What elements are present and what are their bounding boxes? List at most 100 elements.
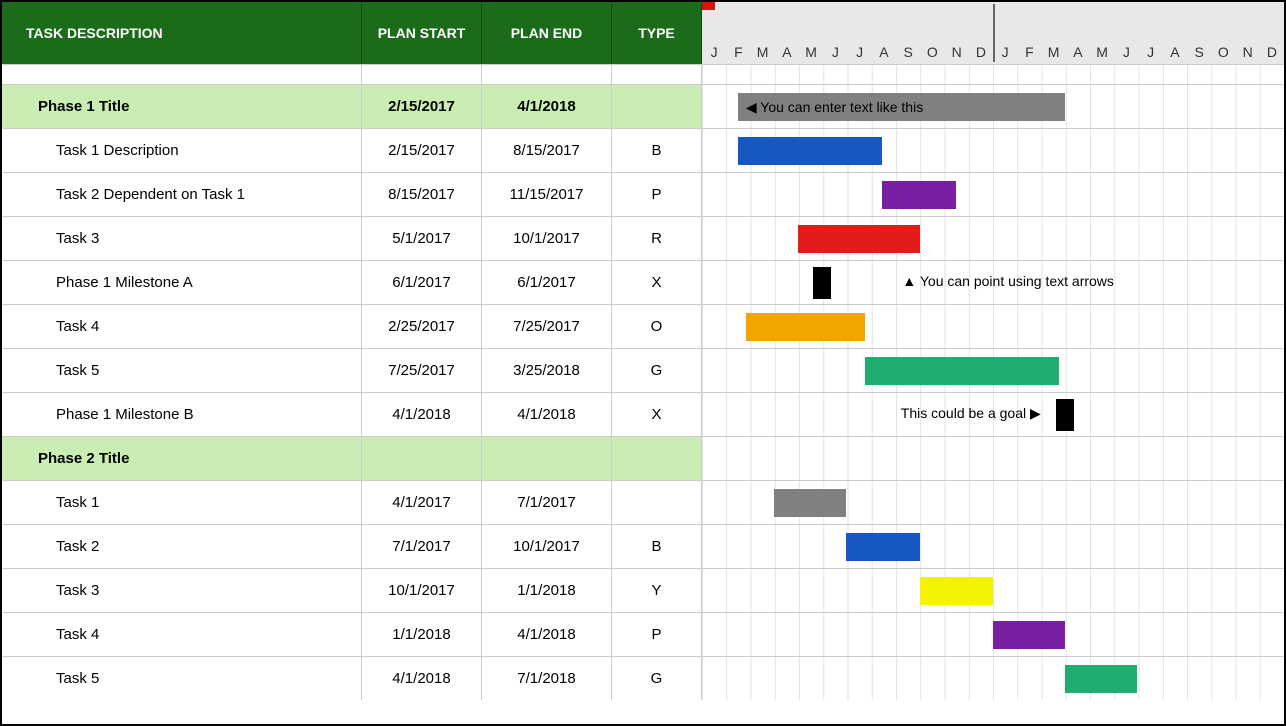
cell-start[interactable]: 2/15/2017 [362,85,482,128]
cell-start[interactable]: 8/15/2017 [362,173,482,216]
cell-end[interactable] [482,437,612,480]
cell-type[interactable]: P [612,613,702,656]
cell-task[interactable]: Phase 1 Title [2,85,362,128]
cell-start[interactable]: 2/25/2017 [362,305,482,348]
gantt-bar[interactable] [738,137,882,165]
month-label: N [1236,44,1260,60]
cell-type[interactable]: G [612,657,702,700]
task-row: Phase 1 Milestone A6/1/20176/1/2017X▲ Yo… [2,260,1284,304]
gantt-bar[interactable] [920,577,993,605]
gantt-rows: Phase 1 Title2/15/20174/1/2018◀ You can … [2,64,1284,700]
month-label: J [993,44,1017,60]
cell-start[interactable] [362,65,482,84]
month-label: A [872,44,896,60]
cell-end[interactable]: 4/1/2018 [482,85,612,128]
cell-start[interactable]: 4/1/2018 [362,393,482,436]
header-type[interactable]: TYPE [612,2,702,64]
cell-task[interactable]: Task 3 [2,217,362,260]
gantt-bar[interactable] [882,181,955,209]
cell-end[interactable]: 10/1/2017 [482,217,612,260]
cell-task[interactable]: Task 1 [2,481,362,524]
cell-task[interactable]: Phase 1 Milestone B [2,393,362,436]
cell-end[interactable]: 4/1/2018 [482,613,612,656]
header-start[interactable]: PLAN START [362,2,482,64]
cell-task[interactable]: Phase 1 Milestone A [2,261,362,304]
row-left: Task 57/25/20173/25/2018G [2,349,702,392]
row-left: Task 42/25/20177/25/2017O [2,305,702,348]
cell-end[interactable]: 8/15/2017 [482,129,612,172]
cell-start[interactable]: 4/1/2018 [362,657,482,700]
cell-end[interactable]: 7/25/2017 [482,305,612,348]
spacer-row [2,64,1284,84]
cell-start[interactable]: 6/1/2017 [362,261,482,304]
cell-end[interactable]: 6/1/2017 [482,261,612,304]
cell-task[interactable]: Task 2 [2,525,362,568]
cell-end[interactable] [482,65,612,84]
cell-task[interactable]: Task 2 Dependent on Task 1 [2,173,362,216]
cell-type[interactable] [612,65,702,84]
cell-task[interactable]: Task 1 Description [2,129,362,172]
month-label: A [1066,44,1090,60]
row-timeline [702,657,1284,700]
cell-end[interactable]: 3/25/2018 [482,349,612,392]
header-task[interactable]: TASK DESCRIPTION [2,2,362,64]
row-left: Task 1 Description2/15/20178/15/2017B [2,129,702,172]
cell-type[interactable]: G [612,349,702,392]
cell-task[interactable] [2,65,362,84]
cell-start[interactable]: 7/25/2017 [362,349,482,392]
cell-start[interactable]: 2/15/2017 [362,129,482,172]
cell-type[interactable]: X [612,261,702,304]
row-timeline [702,129,1284,172]
milestone-marker [813,267,831,299]
month-label: J [702,44,726,60]
month-label: S [896,44,920,60]
cell-end[interactable]: 1/1/2018 [482,569,612,612]
cell-type[interactable]: Y [612,569,702,612]
cell-task[interactable]: Phase 2 Title [2,437,362,480]
gantt-bar[interactable] [846,533,919,561]
row-left: Task 41/1/20184/1/2018P [2,613,702,656]
gantt-bar[interactable] [774,489,847,517]
header-left: TASK DESCRIPTION PLAN START PLAN END TYP… [2,2,702,64]
cell-type[interactable] [612,85,702,128]
row-left: Phase 1 Milestone A6/1/20176/1/2017X [2,261,702,304]
cell-task[interactable]: Task 4 [2,305,362,348]
month-label: J [823,44,847,60]
gantt-bar[interactable] [1065,665,1138,693]
task-row: Task 1 Description2/15/20178/15/2017B [2,128,1284,172]
cell-type[interactable]: B [612,525,702,568]
row-left [2,65,702,84]
cell-end[interactable]: 7/1/2017 [482,481,612,524]
row-left: Phase 1 Milestone B4/1/20184/1/2018X [2,393,702,436]
cell-start[interactable]: 1/1/2018 [362,613,482,656]
cell-start[interactable]: 5/1/2017 [362,217,482,260]
cell-type[interactable]: B [612,129,702,172]
cell-task[interactable]: Task 5 [2,349,362,392]
row-timeline [702,217,1284,260]
row-timeline [702,349,1284,392]
cell-type[interactable]: O [612,305,702,348]
cell-type[interactable] [612,437,702,480]
cell-start[interactable]: 7/1/2017 [362,525,482,568]
cell-type[interactable]: P [612,173,702,216]
row-timeline [702,305,1284,348]
gantt-bar[interactable] [798,225,920,253]
cell-task[interactable]: Task 5 [2,657,362,700]
cell-start[interactable]: 4/1/2017 [362,481,482,524]
gantt-bar[interactable] [993,621,1065,649]
header-end[interactable]: PLAN END [482,2,612,64]
cell-type[interactable]: R [612,217,702,260]
cell-task[interactable]: Task 3 [2,569,362,612]
cell-end[interactable]: 7/1/2018 [482,657,612,700]
gantt-bar[interactable] [865,357,1059,385]
gantt-bar[interactable] [746,313,866,341]
cell-type[interactable] [612,481,702,524]
cell-task[interactable]: Task 4 [2,613,362,656]
cell-start[interactable] [362,437,482,480]
cell-end[interactable]: 4/1/2018 [482,393,612,436]
cell-start[interactable]: 10/1/2017 [362,569,482,612]
cell-end[interactable]: 10/1/2017 [482,525,612,568]
cell-type[interactable]: X [612,393,702,436]
row-left: Task 35/1/201710/1/2017R [2,217,702,260]
cell-end[interactable]: 11/15/2017 [482,173,612,216]
